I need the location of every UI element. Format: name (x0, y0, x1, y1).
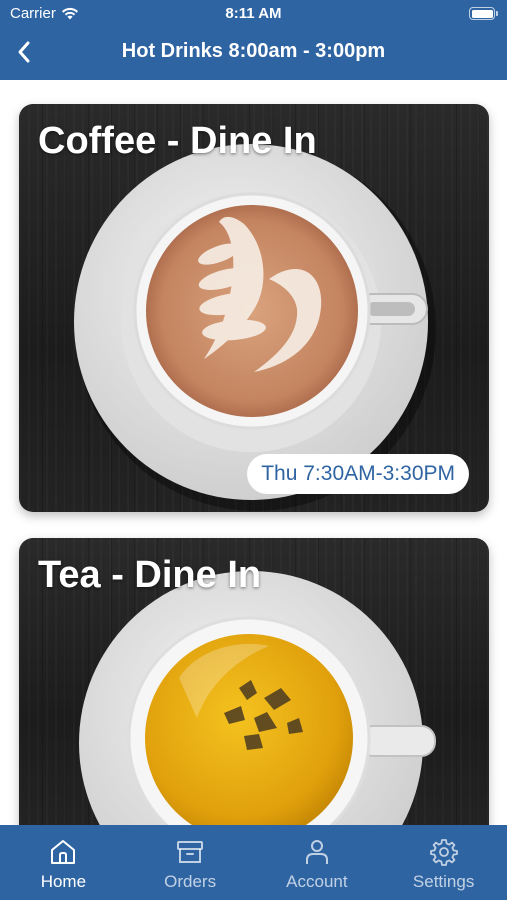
tab-settings[interactable]: Settings (380, 825, 507, 900)
tab-label: Orders (164, 872, 217, 891)
menu-list[interactable]: Coffee - Dine In Thu 7:30AM-3:30PM Tea -… (0, 80, 507, 825)
coffee-dine-in-card[interactable]: Coffee - Dine In Thu 7:30AM-3:30PM (19, 104, 489, 512)
battery-icon (469, 7, 498, 20)
person-icon (305, 840, 328, 864)
home-icon (51, 840, 76, 864)
archive-box-icon (177, 841, 204, 863)
hours-badge: Thu 7:30AM-3:30PM (247, 454, 469, 494)
tab-label: Settings (412, 872, 475, 891)
tab-account[interactable]: Account (254, 825, 381, 900)
tab-label: Home (40, 872, 87, 891)
page-title: Hot Drinks 8:00am - 3:00pm (121, 40, 386, 62)
tab-label: Account (286, 872, 348, 891)
tea-dine-in-card[interactable]: Tea - Dine In (19, 538, 489, 825)
app-header: Carrier 8:11 AM Hot Drinks 8:00am - 3:00… (0, 0, 507, 80)
coffee-cup-image (74, 144, 436, 511)
gear-icon (429, 839, 458, 866)
tab-bar: Home Orders Account Settings (0, 825, 507, 900)
tab-home[interactable]: Home (0, 825, 127, 900)
tab-orders[interactable]: Orders (127, 825, 254, 900)
navigation-bar: Hot Drinks 8:00am - 3:00pm (0, 30, 507, 74)
card-title: Coffee - Dine In (38, 120, 317, 162)
status-bar: Carrier 8:11 AM (0, 0, 507, 28)
status-time: 8:11 AM (225, 5, 282, 22)
card-title: Tea - Dine In (38, 554, 262, 596)
